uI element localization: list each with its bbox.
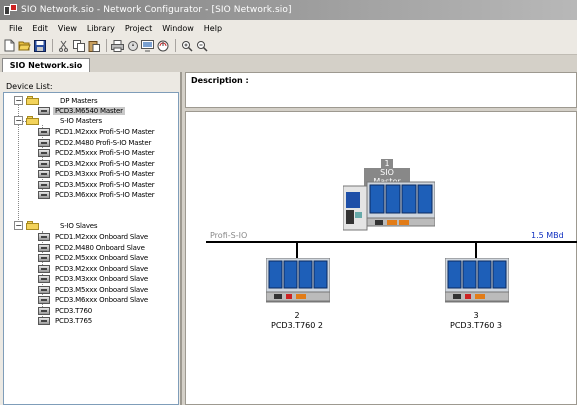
bus-drop-line (475, 242, 477, 258)
zoom-out-icon[interactable] (195, 39, 208, 52)
menu-library[interactable]: Library (82, 24, 120, 33)
device-icon (38, 159, 50, 168)
device-icon (38, 316, 50, 325)
sio-master-device[interactable] (343, 180, 435, 232)
device-icon (38, 274, 50, 283)
device-list-title: Device List: (6, 82, 53, 91)
station-2-label: 2 PCD3.T760 2 (247, 311, 347, 331)
folder-icon (26, 96, 40, 105)
paste-icon[interactable] (87, 39, 100, 52)
slave-station-2-device[interactable] (266, 258, 330, 304)
toolbar (0, 37, 577, 55)
description-label: Description : (191, 76, 249, 85)
settings-icon[interactable] (126, 39, 139, 52)
tree-item[interactable]: PCD3.M3xxx Onboard Slave (38, 273, 150, 284)
device-icon (38, 106, 50, 115)
toolbar-separator (52, 39, 53, 52)
menu-edit[interactable]: Edit (27, 24, 53, 33)
tree-item[interactable]: PCD1.M2xxx Profi-S-IO Master (38, 126, 156, 137)
tree-item[interactable]: PCD3.M3xxx Profi-S-IO Master (38, 168, 156, 179)
document-tab-strip: SIO Network.sio (0, 55, 577, 72)
tree-group-sio-masters[interactable]: − S-IO Masters (14, 115, 104, 126)
profi-sio-bus-line[interactable] (206, 241, 577, 243)
app-icon (4, 3, 17, 17)
open-icon[interactable] (18, 39, 31, 52)
device-icon (38, 148, 50, 157)
folder-icon (26, 116, 40, 125)
slave-station-3-device[interactable] (445, 258, 509, 304)
device-icon (38, 253, 50, 262)
menu-file[interactable]: File (4, 24, 27, 33)
tab-sio-network[interactable]: SIO Network.sio (2, 58, 90, 72)
description-panel: Description : (185, 72, 577, 108)
online-icon[interactable] (156, 39, 169, 52)
station-3-name: PCD3.T760 3 (450, 321, 502, 330)
tree-item[interactable]: PCD3.M6xxx Onboard Slave (38, 294, 150, 305)
copy-icon[interactable] (72, 39, 85, 52)
device-icon (38, 169, 50, 178)
device-tree[interactable]: − DP Masters PCD3.M6540 Master − S-IO Ma… (3, 92, 179, 405)
network-canvas[interactable]: 1 SIO Master Profi-S-IO 1.5 MBd 2 P (185, 111, 577, 405)
title-bar: SIO Network.sio - Network Configurator -… (0, 0, 577, 20)
device-icon (38, 127, 50, 136)
collapse-icon[interactable]: − (14, 221, 23, 230)
bus-drop-line (296, 242, 298, 258)
device-list-pane: Device List: − DP Masters PCD3.M6540 Mas… (0, 72, 182, 405)
device-icon (38, 190, 50, 199)
menu-project[interactable]: Project (120, 24, 157, 33)
window-title: SIO Network.sio - Network Configurator -… (21, 5, 292, 15)
tree-item[interactable]: PCD2.M5xxx Profi-S-IO Master (38, 147, 156, 158)
device-icon (38, 306, 50, 315)
menu-window[interactable]: Window (157, 24, 199, 33)
print-icon[interactable] (111, 39, 124, 52)
tree-item[interactable]: PCD2.M5xxx Onboard Slave (38, 252, 150, 263)
device-icon (38, 295, 50, 304)
device-icon (38, 138, 50, 147)
save-icon[interactable] (33, 39, 46, 52)
toolbar-separator (175, 39, 176, 52)
bus-name: Profi-S-IO (210, 231, 248, 240)
station-3-number: 3 (473, 311, 479, 320)
tree-item[interactable]: PCD3.T765 (38, 315, 94, 326)
tree-group-sio-slaves[interactable]: − S-IO Slaves (14, 220, 99, 231)
station-2-number: 2 (294, 311, 300, 320)
collapse-icon[interactable]: − (14, 96, 23, 105)
station-3-label: 3 PCD3.T760 3 (426, 311, 526, 331)
master-number: 1 (381, 159, 393, 168)
device-icon (38, 285, 50, 294)
cut-icon[interactable] (57, 39, 70, 52)
new-icon[interactable] (3, 39, 16, 52)
device-icon (38, 180, 50, 189)
toolbar-separator (106, 39, 107, 52)
menu-help[interactable]: Help (199, 24, 227, 33)
device-icon (38, 232, 50, 241)
device-icon (38, 264, 50, 273)
tree-item[interactable]: PCD1.M2xxx Onboard Slave (38, 231, 150, 242)
collapse-icon[interactable]: − (14, 116, 23, 125)
zoom-in-icon[interactable] (180, 39, 193, 52)
menu-view[interactable]: View (53, 24, 82, 33)
device-icon (38, 243, 50, 252)
monitor-icon[interactable] (141, 39, 154, 52)
station-2-name: PCD3.T760 2 (271, 321, 323, 330)
bus-speed: 1.5 MBd (531, 231, 564, 240)
tree-item[interactable]: PCD3.M6xxx Profi-S-IO Master (38, 189, 156, 200)
folder-icon (26, 221, 40, 230)
menu-bar: File Edit View Library Project Window He… (0, 20, 577, 37)
